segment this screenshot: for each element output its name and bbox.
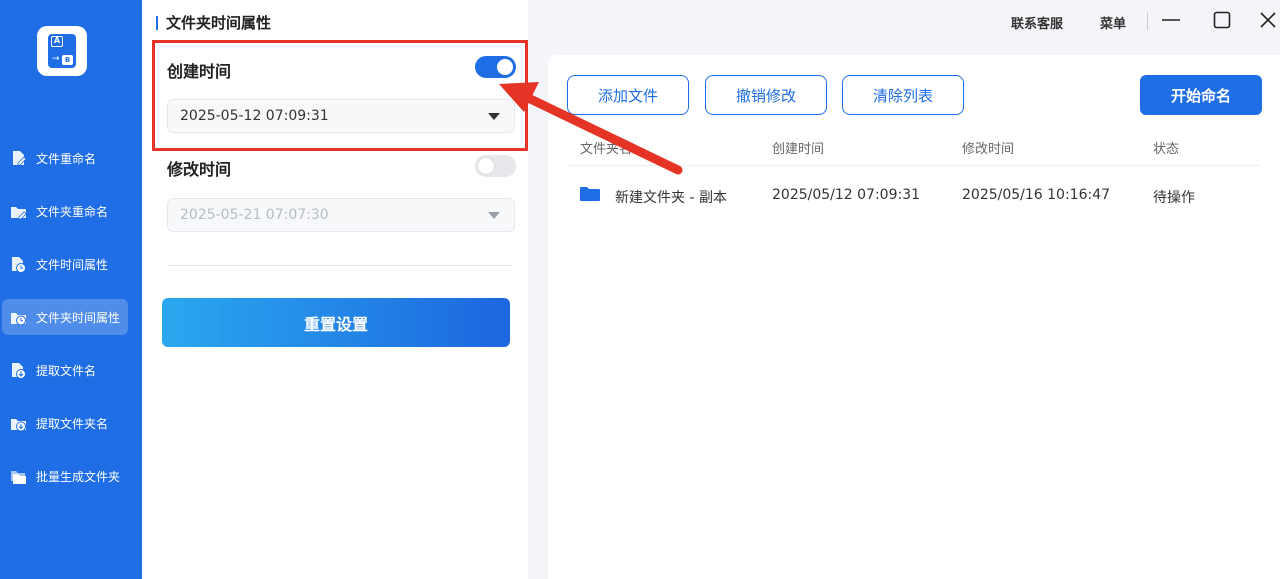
reset-settings-button[interactable]: 重置设置 xyxy=(162,298,510,347)
sidebar-item-file-rename[interactable]: 文件重命名 xyxy=(2,140,128,176)
title-accent-bar xyxy=(156,15,158,30)
sidebar-item-label: 批量生成文件夹 xyxy=(36,469,121,484)
file-edit-icon xyxy=(10,150,27,167)
chevron-down-icon xyxy=(488,212,500,219)
sidebar-item-folder-time[interactable]: 文件夹时间属性 xyxy=(2,299,128,335)
sidebar-item-extract-folder[interactable]: 提取文件夹名 xyxy=(2,405,128,441)
file-list-panel xyxy=(548,55,1280,579)
contact-support-link[interactable]: 联系客服 xyxy=(1011,13,1063,32)
column-header-status: 状态 xyxy=(1153,142,1180,157)
sidebar-item-label: 提取文件名 xyxy=(36,363,97,378)
file-extract-icon xyxy=(10,362,27,379)
minimize-icon[interactable] xyxy=(1159,8,1183,32)
sidebar-item-label: 文件重命名 xyxy=(36,151,97,166)
highlight-box xyxy=(152,40,528,151)
folders-icon xyxy=(10,468,27,485)
panel-title: 文件夹时间属性 xyxy=(156,12,271,33)
modified-time-value: 2025-05-21 07:07:30 xyxy=(180,207,329,223)
sidebar-item-label: 文件夹时间属性 xyxy=(36,310,121,325)
sidebar-item-file-time[interactable]: 文件时间属性 xyxy=(2,246,128,282)
start-rename-button[interactable]: 开始命名 xyxy=(1140,75,1262,115)
app-logo-icon: A → B xyxy=(48,34,76,68)
sidebar-item-label: 文件夹重命名 xyxy=(36,204,109,219)
add-file-button[interactable]: 添加文件 xyxy=(567,75,689,115)
column-header-name: 文件夹名 xyxy=(580,142,633,157)
toggle-knob xyxy=(478,158,494,174)
folder-edit-icon xyxy=(10,203,27,220)
divider xyxy=(167,265,512,266)
close-icon[interactable] xyxy=(1256,8,1280,32)
app-logo: A → B xyxy=(37,26,87,76)
row-modified-time: 2025/05/16 10:16:47 xyxy=(962,187,1111,203)
modified-time-toggle[interactable] xyxy=(475,155,516,177)
maximize-icon[interactable] xyxy=(1210,8,1234,32)
folder-extract-icon xyxy=(10,415,27,432)
sidebar-item-extract-file[interactable]: 提取文件名 xyxy=(2,352,128,388)
column-header-modified: 修改时间 xyxy=(962,142,1015,157)
sidebar-item-folder-rename[interactable]: 文件夹重命名 xyxy=(2,193,128,229)
sidebar-item-batch-folders[interactable]: 批量生成文件夹 xyxy=(2,458,128,494)
modified-time-select[interactable]: 2025-05-21 07:07:30 xyxy=(167,198,515,232)
column-header-created: 创建时间 xyxy=(772,142,825,157)
menu-link[interactable]: 菜单 xyxy=(1100,13,1126,32)
modified-time-label: 修改时间 xyxy=(167,160,232,179)
clear-list-button[interactable]: 清除列表 xyxy=(842,75,964,115)
row-status: 待操作 xyxy=(1153,190,1195,206)
undo-changes-button[interactable]: 撤销修改 xyxy=(705,75,827,115)
sidebar-item-label: 提取文件夹名 xyxy=(36,416,109,431)
row-created-time: 2025/05/12 07:09:31 xyxy=(772,187,921,203)
folder-icon xyxy=(580,187,600,201)
panel-title-text: 文件夹时间属性 xyxy=(166,14,272,32)
sidebar-item-label: 文件时间属性 xyxy=(36,257,109,272)
row-folder-name: 新建文件夹 - 副本 xyxy=(615,190,727,206)
sidebar: A → B 文件重命名 文件夹重命名 文件时间属性 文件夹时间属性 提取文件名 … xyxy=(0,0,142,579)
folder-clock-icon xyxy=(10,309,27,326)
file-clock-icon xyxy=(10,256,27,273)
topbar-separator xyxy=(1147,12,1148,30)
table-header-divider xyxy=(566,165,1260,166)
